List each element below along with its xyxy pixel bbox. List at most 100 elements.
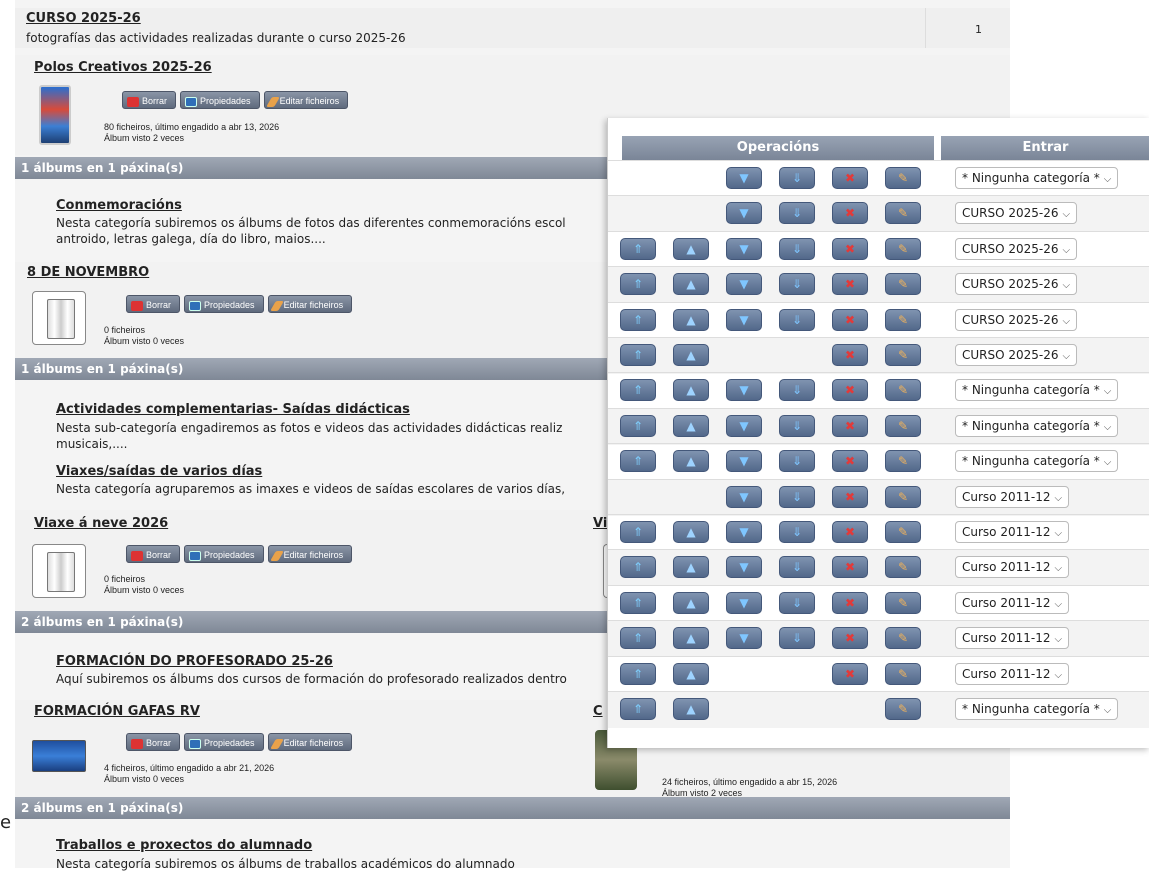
delete-button[interactable]: ✖ — [832, 344, 868, 366]
edit-files-button[interactable]: Editar ficheiros — [267, 545, 353, 563]
move-bottom-button[interactable]: ⇓ — [779, 450, 815, 473]
category-select[interactable]: Curso 2011-12 ⌵ — [955, 556, 1070, 579]
edit-button[interactable]: ✎ — [885, 202, 921, 225]
edit-button[interactable]: ✎ — [885, 450, 921, 473]
move-down-button[interactable]: ▼ — [726, 237, 762, 260]
move-up-button[interactable]: ▲ — [673, 414, 709, 437]
delete-button[interactable]: ✖ — [832, 450, 868, 473]
move-up-button[interactable]: ▲ — [673, 662, 709, 685]
edit-button[interactable]: ✎ — [885, 344, 921, 366]
album-link-partial[interactable]: Vi — [593, 516, 607, 531]
move-up-button[interactable]: ▲ — [673, 273, 709, 296]
category-select[interactable]: CURSO 2025-26 ⌵ — [955, 237, 1078, 260]
edit-button[interactable]: ✎ — [885, 167, 921, 189]
edit-button[interactable]: ✎ — [885, 273, 921, 296]
move-up-button[interactable]: ▲ — [673, 308, 709, 331]
album-thumbnail[interactable] — [32, 730, 86, 784]
move-up-button[interactable]: ▲ — [673, 698, 709, 720]
edit-files-button[interactable]: Editar ficheiros — [267, 733, 353, 751]
move-down-button[interactable]: ▼ — [726, 379, 762, 402]
move-up-button[interactable]: ▲ — [673, 344, 709, 366]
category-select[interactable]: * Ningunha categoría * ⌵ — [955, 450, 1119, 473]
category-select[interactable]: CURSO 2025-26 ⌵ — [955, 202, 1078, 225]
delete-button[interactable]: ✖ — [832, 556, 868, 579]
move-bottom-button[interactable]: ⇓ — [779, 414, 815, 437]
category-select[interactable]: CURSO 2025-26 ⌵ — [955, 273, 1078, 296]
delete-button[interactable]: ✖ — [832, 202, 868, 225]
delete-button[interactable]: ✖ — [832, 591, 868, 614]
move-up-button[interactable]: ▲ — [673, 237, 709, 260]
delete-button[interactable]: Borrar — [122, 91, 177, 109]
category-select[interactable]: * Ningunha categoría * ⌵ — [955, 414, 1119, 437]
move-down-button[interactable]: ▼ — [726, 414, 762, 437]
edit-button[interactable]: ✎ — [885, 627, 921, 650]
move-top-button[interactable]: ⇑ — [620, 379, 656, 402]
properties-button[interactable]: Propiedades — [184, 295, 264, 313]
move-bottom-button[interactable]: ⇓ — [779, 379, 815, 402]
edit-button[interactable]: ✎ — [885, 591, 921, 614]
move-bottom-button[interactable]: ⇓ — [779, 521, 815, 543]
album-link-neve[interactable]: Viaxe á neve 2026 — [34, 516, 168, 531]
move-down-button[interactable]: ▼ — [726, 556, 762, 579]
delete-button[interactable]: ✖ — [832, 237, 868, 260]
move-bottom-button[interactable]: ⇓ — [779, 308, 815, 331]
category-link-complementarias[interactable]: Actividades complementarias- Saídas didá… — [56, 402, 410, 417]
properties-button[interactable]: Propiedades — [184, 545, 264, 563]
move-down-button[interactable]: ▼ — [726, 485, 762, 508]
move-top-button[interactable]: ⇑ — [620, 556, 656, 579]
move-top-button[interactable]: ⇑ — [620, 662, 656, 685]
edit-button[interactable]: ✎ — [885, 308, 921, 331]
category-link-formacion[interactable]: FORMACIÓN DO PROFESORADO 25-26 — [56, 654, 333, 669]
edit-button[interactable]: ✎ — [885, 521, 921, 543]
move-top-button[interactable]: ⇑ — [620, 308, 656, 331]
move-top-button[interactable]: ⇑ — [620, 521, 656, 543]
move-top-button[interactable]: ⇑ — [620, 450, 656, 473]
category-select[interactable]: Curso 2011-12 ⌵ — [955, 627, 1070, 650]
album-link-partial[interactable]: C — [593, 704, 603, 719]
category-select[interactable]: CURSO 2025-26 ⌵ — [955, 344, 1078, 366]
edit-button[interactable]: ✎ — [885, 379, 921, 402]
move-down-button[interactable]: ▼ — [726, 591, 762, 614]
move-bottom-button[interactable]: ⇓ — [779, 485, 815, 508]
move-down-button[interactable]: ▼ — [726, 273, 762, 296]
delete-button[interactable]: Borrar — [126, 545, 181, 563]
album-link-polos[interactable]: Polos Creativos 2025-26 — [34, 60, 212, 75]
move-down-button[interactable]: ▼ — [726, 167, 762, 189]
move-bottom-button[interactable]: ⇓ — [779, 237, 815, 260]
delete-button[interactable]: ✖ — [832, 308, 868, 331]
properties-button[interactable]: Propiedades — [184, 733, 264, 751]
category-select[interactable]: * Ningunha categoría * ⌵ — [955, 698, 1119, 720]
move-bottom-button[interactable]: ⇓ — [779, 627, 815, 650]
move-bottom-button[interactable]: ⇓ — [779, 591, 815, 614]
move-down-button[interactable]: ▼ — [726, 627, 762, 650]
delete-button[interactable]: ✖ — [832, 662, 868, 685]
move-top-button[interactable]: ⇑ — [620, 698, 656, 720]
category-select[interactable]: Curso 2011-12 ⌵ — [955, 591, 1070, 614]
move-up-button[interactable]: ▲ — [673, 379, 709, 402]
move-down-button[interactable]: ▼ — [726, 202, 762, 225]
delete-button[interactable]: ✖ — [832, 414, 868, 437]
delete-button[interactable]: ✖ — [832, 485, 868, 508]
edit-files-button[interactable]: Editar ficheiros — [267, 295, 353, 313]
edit-files-button[interactable]: Editar ficheiros — [263, 91, 349, 109]
edit-button[interactable]: ✎ — [885, 485, 921, 508]
album-thumbnail[interactable] — [32, 291, 86, 345]
category-select[interactable]: Curso 2011-12 ⌵ — [955, 521, 1070, 543]
edit-button[interactable]: ✎ — [885, 556, 921, 579]
delete-button[interactable]: ✖ — [832, 273, 868, 296]
category-select[interactable]: * Ningunha categoría * ⌵ — [955, 379, 1119, 402]
move-bottom-button[interactable]: ⇓ — [779, 202, 815, 225]
move-bottom-button[interactable]: ⇓ — [779, 167, 815, 189]
move-down-button[interactable]: ▼ — [726, 308, 762, 331]
move-top-button[interactable]: ⇑ — [620, 591, 656, 614]
category-select[interactable]: Curso 2011-12 ⌵ — [955, 662, 1070, 685]
delete-button[interactable]: Borrar — [126, 733, 181, 751]
category-link-viaxes[interactable]: Viaxes/saídas de varios días — [56, 464, 262, 479]
album-thumbnail[interactable] — [32, 544, 86, 598]
move-bottom-button[interactable]: ⇓ — [779, 273, 815, 296]
move-down-button[interactable]: ▼ — [726, 450, 762, 473]
edit-button[interactable]: ✎ — [885, 662, 921, 685]
move-bottom-button[interactable]: ⇓ — [779, 556, 815, 579]
category-link-conmemoracions[interactable]: Conmemoracións — [56, 198, 182, 213]
move-up-button[interactable]: ▲ — [673, 450, 709, 473]
